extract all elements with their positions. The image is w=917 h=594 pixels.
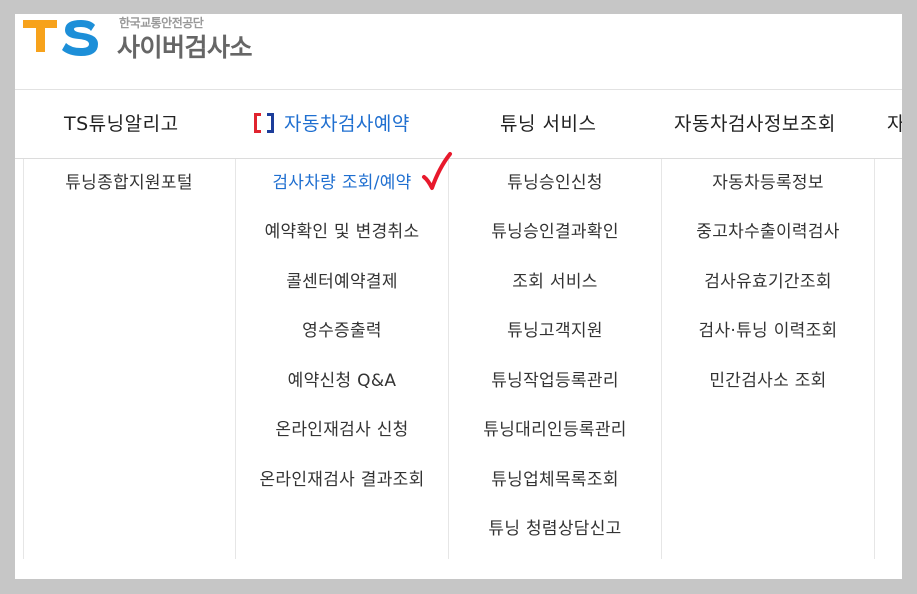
nav-tuning-service[interactable]: 튜닝 서비스	[500, 90, 596, 158]
main-nav: TS튜닝알리고 자동차검사예약 튜닝 서비스 자동차검사정보조회 자동	[15, 90, 902, 158]
submenu-item[interactable]: 자동차등록정보	[662, 170, 874, 196]
nav-inspection-reservation[interactable]: 자동차검사예약	[254, 90, 410, 158]
submenu-item[interactable]: 콜센터예약결제	[236, 269, 448, 295]
submenu-item[interactable]: 온라인재검사 신청	[236, 417, 448, 443]
nav-tuning-alrigo[interactable]: TS튜닝알리고	[64, 90, 179, 158]
submenu-item[interactable]: 튜닝승인신청	[449, 170, 661, 196]
submenu-item[interactable]: 영수증출력	[236, 318, 448, 344]
submenu-item[interactable]: 검사유효기간조회	[662, 269, 874, 295]
column-divider	[23, 159, 24, 559]
submenu-item[interactable]: 튜닝고객지원	[449, 318, 661, 344]
submenu-item[interactable]: 검사·튜닝 이력조회	[662, 318, 874, 344]
ts-logo-icon	[23, 20, 98, 56]
submenu-item[interactable]: 튜닝승인결과확인	[449, 219, 661, 245]
submenu-item[interactable]: 예약신청 Q&A	[236, 368, 448, 394]
red-checkmark-icon	[422, 152, 452, 190]
browser-viewport: 한국교통안전공단 사이버검사소 TS튜닝알리고 자동차검사예약 튜닝 서비스 자…	[15, 14, 902, 579]
submenu-item[interactable]: 튜닝대리인등록관리	[449, 417, 661, 443]
submenu-item[interactable]: 조회 서비스	[449, 269, 661, 295]
site-logo[interactable]: 한국교통안전공단 사이버검사소	[23, 14, 293, 74]
site-title: 사이버검사소	[117, 33, 253, 62]
nav-label: 자동차검사정보조회	[674, 113, 836, 135]
nav-label: 자동차검사예약	[284, 113, 410, 135]
submenu-item[interactable]: 예약확인 및 변경취소	[236, 219, 448, 245]
nav-divider	[15, 158, 902, 159]
nav-label: 자동	[887, 113, 902, 135]
nav-label: TS튜닝알리고	[64, 113, 179, 135]
nav-more[interactable]: 자동	[887, 90, 902, 158]
site-header: 한국교통안전공단 사이버검사소	[15, 14, 902, 90]
submenu-item[interactable]: 온라인재검사 결과조회	[236, 467, 448, 493]
submenu-item-vehicle-lookup[interactable]: 검사차량 조회/예약	[236, 170, 448, 196]
nav-label: 튜닝 서비스	[500, 113, 597, 135]
submenu-item[interactable]: 튜닝종합지원포털	[23, 170, 235, 196]
column-divider	[874, 159, 875, 559]
brackets-logo-icon	[254, 113, 274, 133]
submenu-item[interactable]: 튜닝업체목록조회	[449, 467, 661, 493]
submenu-item[interactable]: 중고차수출이력검사	[662, 219, 874, 245]
submenu-item[interactable]: 튜닝 청렴상담신고	[449, 516, 661, 542]
submenu-item[interactable]: 민간검사소 조회	[662, 368, 874, 394]
submenu-item[interactable]: 튜닝작업등록관리	[449, 368, 661, 394]
nav-inspection-info[interactable]: 자동차검사정보조회	[674, 90, 836, 158]
